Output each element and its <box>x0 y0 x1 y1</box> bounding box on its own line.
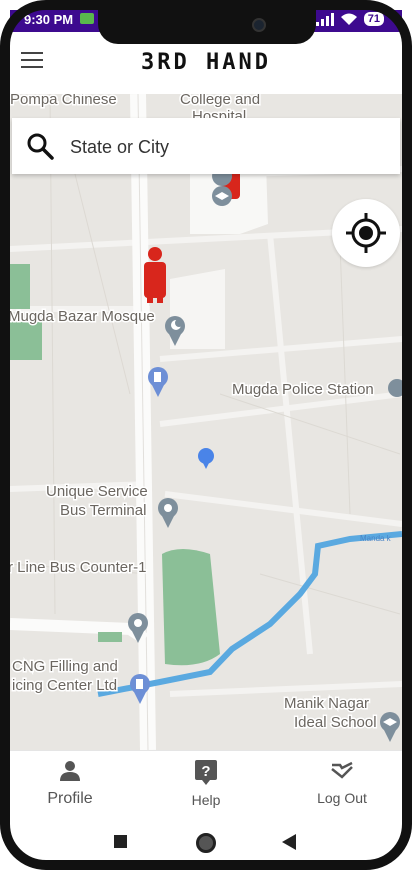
help-icon: ? <box>195 760 217 785</box>
svg-text:?: ? <box>201 763 210 780</box>
map-label: Mugda Police Station <box>232 381 374 398</box>
device-notch <box>98 0 316 44</box>
nav-help[interactable]: ? Help <box>146 759 266 808</box>
signal-icon <box>315 12 334 26</box>
nav-help-label: Help <box>191 792 221 808</box>
map-label: Unique Service <box>46 483 148 500</box>
park-area <box>10 264 30 309</box>
nav-logout[interactable]: Log Out <box>282 759 402 806</box>
map-label: Manik Nagar <box>284 695 369 712</box>
app-notification-icon <box>80 13 94 24</box>
person-icon <box>60 761 80 781</box>
search-input[interactable] <box>68 132 382 162</box>
map-label: CNG Filling and <box>12 658 118 675</box>
crosshair-icon <box>346 213 386 253</box>
map-label: College and <box>180 94 260 108</box>
map-label: Bus Terminal <box>60 502 146 519</box>
battery-icon: 71 <box>363 12 384 26</box>
map-label: Ideal School <box>294 714 377 731</box>
map-view[interactable]: College and Hospital Pompa Chinese Mugda… <box>10 94 402 750</box>
app-title: 3RD HAND <box>141 50 271 75</box>
nav-profile[interactable]: Profile <box>10 759 130 808</box>
home-button[interactable] <box>196 833 216 853</box>
status-time: 9:30 PM <box>24 12 74 27</box>
map-label: icing Center Ltd <box>12 677 117 694</box>
logout-icon <box>331 761 353 779</box>
nav-logout-label: Log Out <box>317 790 367 806</box>
map-label: r Line Bus Counter-1 <box>10 559 146 576</box>
map-label: Pompa Chinese <box>10 94 117 108</box>
recent-apps-button[interactable] <box>114 835 127 848</box>
phone-screen: 9:30 PM 71 3RD HAND College and Hospital… <box>0 0 412 870</box>
nav-profile-label: Profile <box>47 790 93 807</box>
search-icon[interactable] <box>26 132 54 160</box>
wifi-icon <box>340 13 357 25</box>
search-bar[interactable] <box>12 118 400 174</box>
park-area <box>10 322 42 360</box>
camera-icon <box>252 18 266 32</box>
back-button[interactable] <box>282 834 296 850</box>
bottom-navigation: Profile ? Help Log Out <box>10 750 402 816</box>
status-icons: 71 <box>315 12 384 26</box>
map-label: Mugda Bazar Mosque <box>10 308 155 325</box>
map-label: Manda k <box>360 534 392 543</box>
map-canvas: College and Hospital Pompa Chinese Mugda… <box>10 94 402 750</box>
my-location-button[interactable] <box>332 199 400 267</box>
system-navigation-bar <box>10 815 402 860</box>
